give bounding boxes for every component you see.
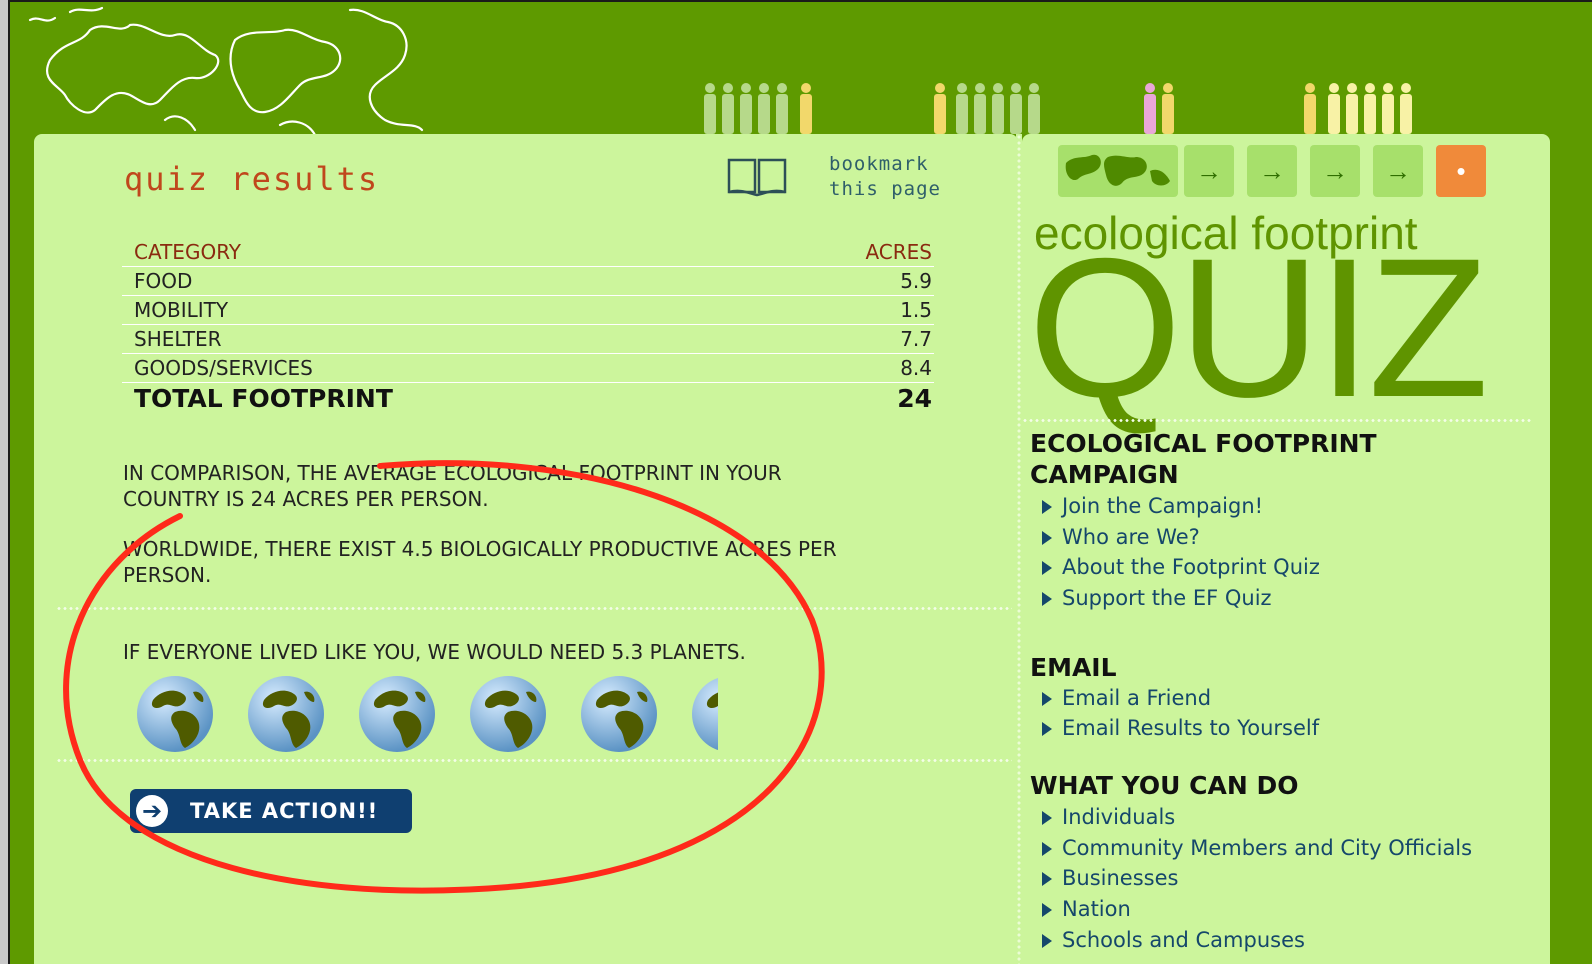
comparison-line1: IN COMPARISON, THE AVERAGE ECOLOGICAL FO… — [123, 461, 782, 485]
link-nation[interactable]: Nation — [1042, 895, 1131, 923]
link-about-quiz[interactable]: About the Footprint Quiz — [1042, 553, 1320, 581]
link-label: Businesses — [1062, 866, 1179, 890]
planet-globe-icon — [135, 674, 215, 754]
link-who-are-we[interactable]: Who are We? — [1042, 523, 1200, 551]
triangle-right-icon — [1042, 561, 1052, 575]
table-row: MOBILITY 1.5 — [122, 295, 934, 325]
campaign-heading: ECOLOGICAL FOOTPRINT CAMPAIGN — [1030, 428, 1377, 490]
triangle-right-icon — [1042, 934, 1052, 948]
total-value: 24 — [897, 384, 932, 413]
campaign-heading-line1: ECOLOGICAL FOOTPRINT — [1030, 429, 1377, 458]
arrow-right-icon: ➔ — [136, 795, 168, 827]
triangle-right-icon — [1042, 531, 1052, 545]
category-cell: FOOD — [122, 266, 749, 296]
worldwide-text: WORLDWIDE, THERE EXIST 4.5 BIOLOGICALLY … — [123, 536, 1003, 588]
link-join-campaign[interactable]: Join the Campaign! — [1042, 492, 1263, 520]
quiz-logo-title: QUIZ — [1028, 217, 1489, 438]
category-cell: SHELTER — [122, 324, 749, 354]
table-row: GOODS/SERVICES 8.4 — [122, 353, 934, 383]
nav-step-results[interactable]: • — [1436, 145, 1486, 197]
planet-globe-icon — [357, 674, 437, 754]
link-label: Email Results to Yourself — [1062, 716, 1320, 740]
total-row: TOTAL FOOTPRINT 24 — [122, 383, 934, 416]
link-label: Nation — [1062, 897, 1131, 921]
nav-step-2[interactable]: → — [1247, 145, 1297, 197]
link-label: Support the EF Quiz — [1062, 586, 1272, 610]
category-cell: MOBILITY — [122, 295, 749, 325]
acres-cell: 1.5 — [748, 295, 934, 325]
triangle-right-icon — [1042, 872, 1052, 886]
triangle-right-icon — [1042, 903, 1052, 917]
email-heading: EMAIL — [1030, 653, 1117, 682]
link-email-results[interactable]: Email Results to Yourself — [1042, 714, 1319, 742]
world-map-icon-graphic — [1065, 154, 1170, 186]
link-label: Individuals — [1062, 805, 1176, 829]
nav-step-3[interactable]: → — [1310, 145, 1360, 197]
link-community[interactable]: Community Members and City Officials — [1042, 834, 1472, 862]
triangle-right-icon — [1042, 500, 1052, 514]
link-label: Who are We? — [1062, 525, 1200, 549]
bookmark-line2: this page — [829, 178, 941, 200]
table-header-row: CATEGORY ACRES — [122, 238, 934, 267]
link-schools[interactable]: Schools and Campuses — [1042, 926, 1305, 954]
triangle-right-icon — [1042, 842, 1052, 856]
what-you-can-do-heading: WHAT YOU CAN DO — [1030, 771, 1299, 800]
category-cell: GOODS/SERVICES — [122, 353, 749, 383]
planet-globe-icon — [690, 674, 718, 754]
column-header-category: CATEGORY — [122, 238, 749, 267]
triangle-right-icon — [1042, 592, 1052, 606]
bookmark-link[interactable]: bookmark this page — [829, 152, 941, 202]
acres-cell: 5.9 — [748, 266, 934, 296]
link-businesses[interactable]: Businesses — [1042, 864, 1178, 892]
nav-step-4[interactable]: → — [1373, 145, 1423, 197]
link-email-friend[interactable]: Email a Friend — [1042, 684, 1211, 712]
triangle-right-icon — [1042, 692, 1052, 706]
horizontal-dotted-divider — [56, 758, 1012, 763]
link-label: Schools and Campuses — [1062, 928, 1305, 952]
book-icon[interactable] — [726, 155, 788, 197]
world-map-icon[interactable] — [1058, 145, 1178, 197]
horizontal-dotted-divider — [1022, 418, 1532, 423]
take-action-button[interactable]: ➔ TAKE ACTION!! — [130, 789, 412, 833]
page-title: quiz results — [124, 160, 380, 198]
acres-cell: 7.7 — [748, 324, 934, 354]
take-action-label: TAKE ACTION!! — [190, 799, 379, 823]
results-table: CATEGORY ACRES FOOD 5.9 MOBILITY 1.5 SHE… — [122, 238, 934, 415]
campaign-heading-line2: CAMPAIGN — [1030, 460, 1179, 489]
comparison-line2: COUNTRY IS 24 ACRES PER PERSON. — [123, 487, 489, 511]
horizontal-dotted-divider — [56, 606, 1012, 611]
total-label: TOTAL FOOTPRINT — [134, 384, 393, 413]
people-illustration — [704, 83, 1412, 134]
comparison-text: IN COMPARISON, THE AVERAGE ECOLOGICAL FO… — [123, 460, 1003, 512]
bookmark-line1: bookmark — [829, 153, 929, 175]
column-header-acres: ACRES — [748, 238, 934, 267]
link-label: Email a Friend — [1062, 686, 1212, 710]
link-individuals[interactable]: Individuals — [1042, 803, 1175, 831]
nav-step-1[interactable]: → — [1184, 145, 1234, 197]
planet-globe-icon — [468, 674, 548, 754]
triangle-right-icon — [1042, 722, 1052, 736]
worldwide-line1: WORLDWIDE, THERE EXIST 4.5 BIOLOGICALLY … — [123, 537, 837, 561]
link-label: Community Members and City Officials — [1062, 836, 1473, 860]
link-label: About the Footprint Quiz — [1062, 555, 1320, 579]
table-row: SHELTER 7.7 — [122, 324, 934, 354]
worldwide-line2: PERSON. — [123, 563, 212, 587]
link-label: Join the Campaign! — [1062, 494, 1264, 518]
link-support-quiz[interactable]: Support the EF Quiz — [1042, 584, 1272, 612]
triangle-right-icon — [1042, 811, 1052, 825]
planet-globe-icon — [246, 674, 326, 754]
acres-cell: 8.4 — [748, 353, 934, 383]
planet-globe-icon — [579, 674, 659, 754]
table-row: FOOD 5.9 — [122, 266, 934, 296]
planets-text: IF EVERYONE LIVED LIKE YOU, WE WOULD NEE… — [123, 640, 746, 664]
left-background-strip — [0, 0, 8, 964]
